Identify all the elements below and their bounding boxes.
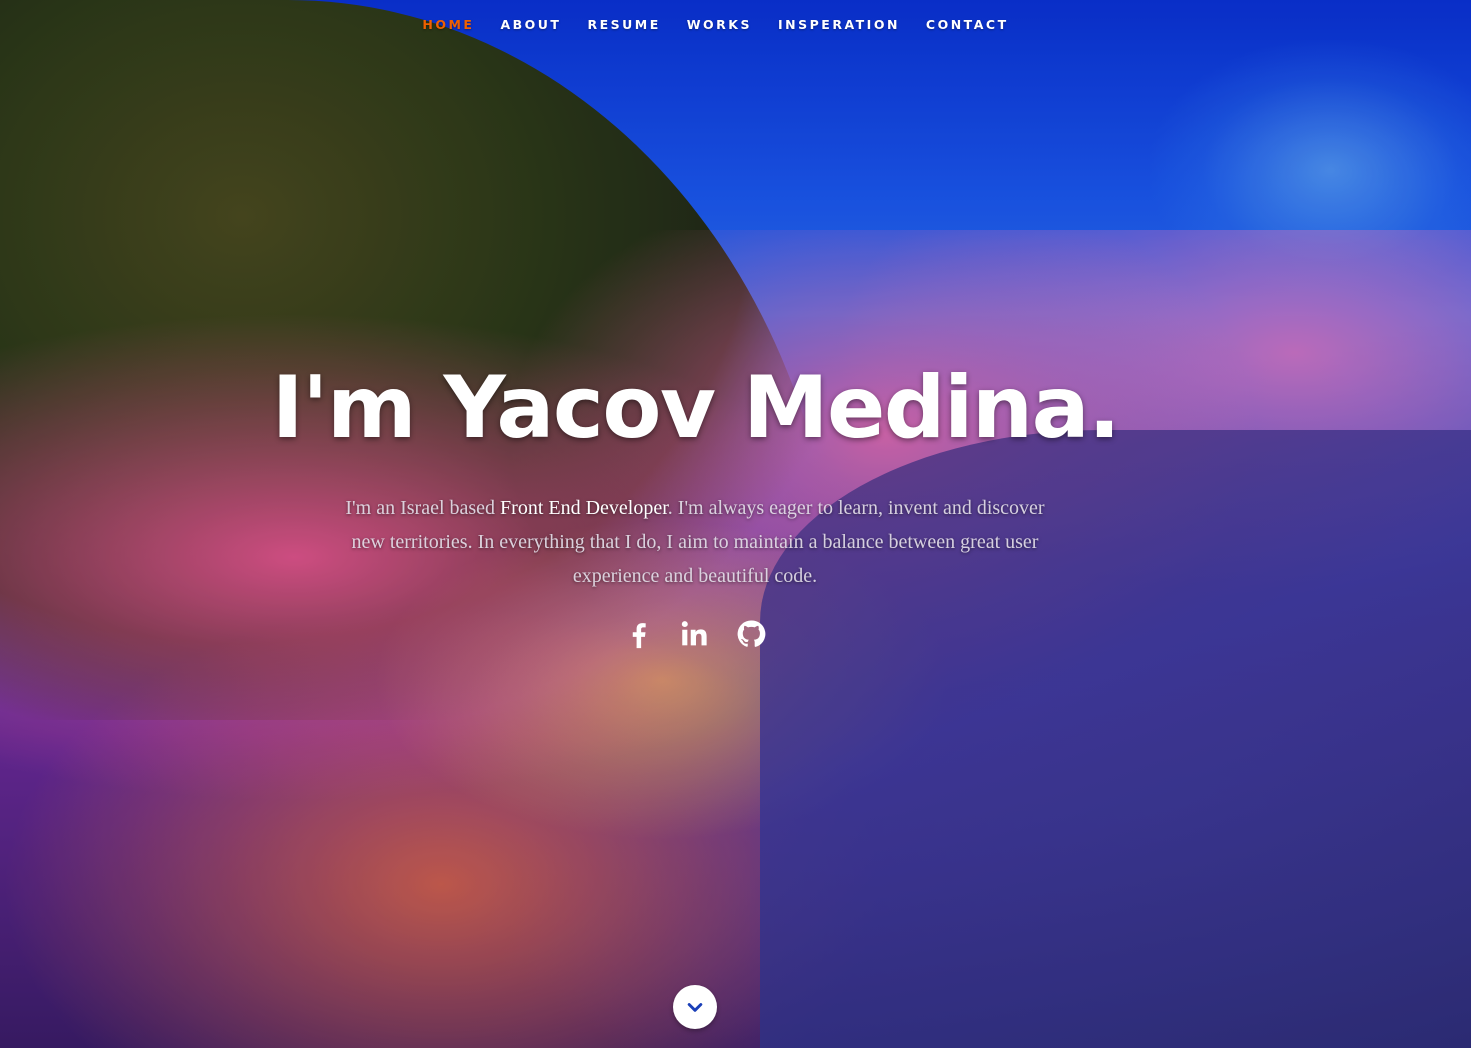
hero-section: HOME ABOUT RESUME WORKS INSPERATION CONT… <box>0 0 1471 1048</box>
nav-item-works[interactable]: WORKS <box>674 17 765 32</box>
nav-item-contact[interactable]: CONTACT <box>913 17 1022 32</box>
nav-item-home[interactable]: HOME <box>409 17 487 32</box>
nav-item-resume[interactable]: RESUME <box>574 17 673 32</box>
nav-item-insperation[interactable]: INSPERATION <box>765 17 913 32</box>
nav-item-about[interactable]: ABOUT <box>487 17 574 32</box>
intro-text: I'm an Israel based Front End Developer.… <box>345 491 1045 593</box>
linkedin-link[interactable] <box>678 615 712 653</box>
main-nav: HOME ABOUT RESUME WORKS INSPERATION CONT… <box>0 0 1471 48</box>
github-icon <box>737 620 766 647</box>
facebook-link[interactable] <box>622 615 656 653</box>
intro-text-start: I'm an Israel based <box>345 497 501 519</box>
job-title: Front End Developer <box>500 497 668 519</box>
chevron-down-icon <box>687 1003 703 1012</box>
social-links <box>620 612 770 656</box>
github-link[interactable] <box>734 615 768 653</box>
facebook-icon <box>632 623 646 649</box>
scroll-down-button[interactable] <box>673 985 717 1029</box>
page-title: I'm Yacov Medina. <box>271 358 1121 458</box>
linkedin-icon <box>681 621 707 646</box>
